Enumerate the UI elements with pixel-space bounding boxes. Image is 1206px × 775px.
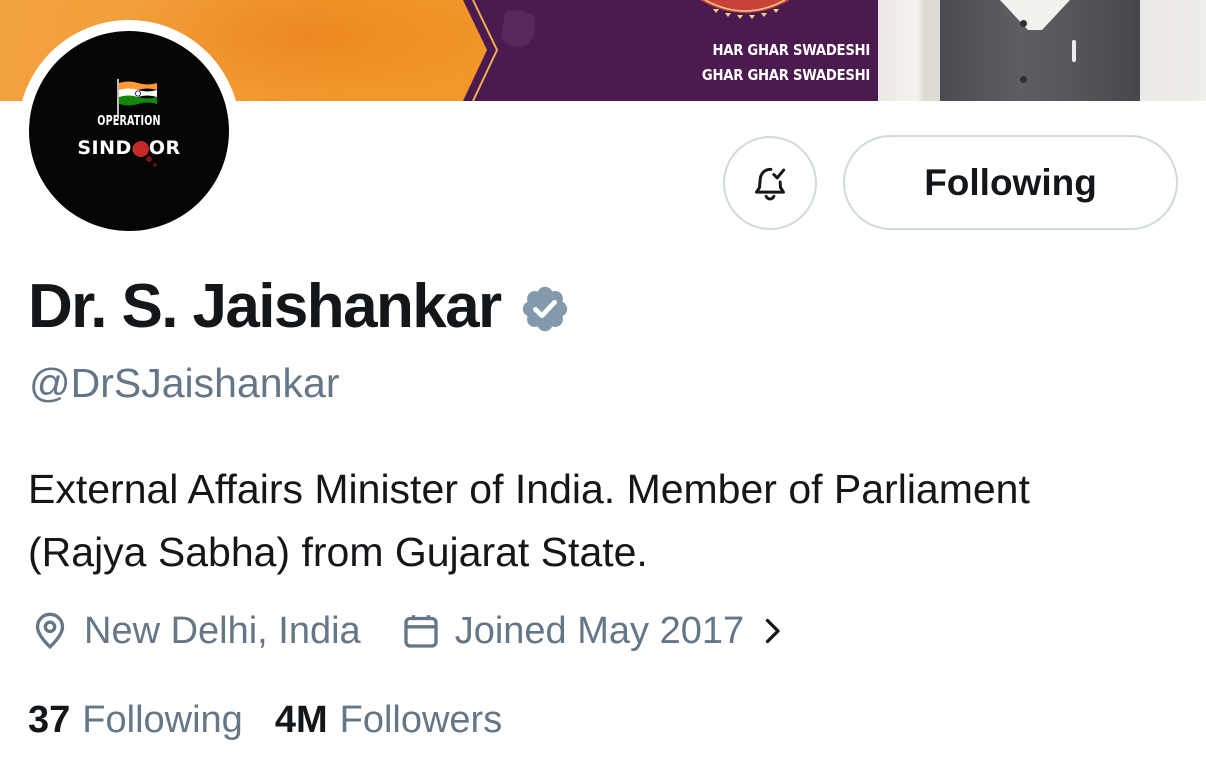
chevron-right-icon[interactable] <box>760 613 784 649</box>
followers-count: 4M <box>274 698 328 741</box>
sindoor-splash-icon <box>133 141 157 167</box>
calendar-icon <box>404 615 438 648</box>
profile-location: New Delhi, India <box>84 609 361 652</box>
profile-bio: External Affairs Minister of India. Memb… <box>28 466 1030 575</box>
following-label: Following <box>82 698 243 741</box>
banner-slogan-line1: HAR GHAR SWADESHI <box>712 41 870 59</box>
avatar-text-operation: OPERATION <box>97 114 161 129</box>
profile-name-row: Dr. S. Jaishankar <box>28 270 571 342</box>
banner-slogan-line2: GHAR GHAR SWADESHI <box>701 66 870 84</box>
bell-check-icon <box>755 167 786 201</box>
following-stat[interactable]: 37 Following <box>28 699 243 742</box>
banner-photo-button <box>1020 76 1027 83</box>
profile-meta-row: New Delhi, India Joined May 2017 <box>30 605 784 657</box>
verified-badge-icon <box>522 286 567 332</box>
profile-join-date[interactable]: Joined May 2017 <box>455 610 744 653</box>
notifications-button[interactable] <box>723 136 817 230</box>
followers-stat[interactable]: 4M Followers <box>275 699 502 742</box>
avatar-text-sindoor: SIND●OR <box>29 137 229 159</box>
display-name: Dr. S. Jaishankar <box>28 271 502 341</box>
banner-photo-button <box>1020 20 1027 27</box>
followers-label: Followers <box>339 698 503 741</box>
following-button[interactable]: Following <box>843 135 1178 230</box>
following-count: 37 <box>28 698 71 741</box>
location-pin-icon <box>35 612 65 650</box>
avatar-text-sindoor-value: SIND●OR <box>77 137 181 159</box>
banner-photo-pen <box>1072 40 1076 62</box>
india-flag-icon <box>119 81 157 106</box>
banner-slogan: HAR GHAR SWADESHI GHAR GHAR SWADESHI <box>694 38 870 88</box>
profile-stats-row: 37 Following 4M Followers <box>28 694 502 746</box>
avatar[interactable]: OPERATION SIND●OR <box>29 31 229 231</box>
user-handle: @DrSJaishankar <box>29 360 340 406</box>
